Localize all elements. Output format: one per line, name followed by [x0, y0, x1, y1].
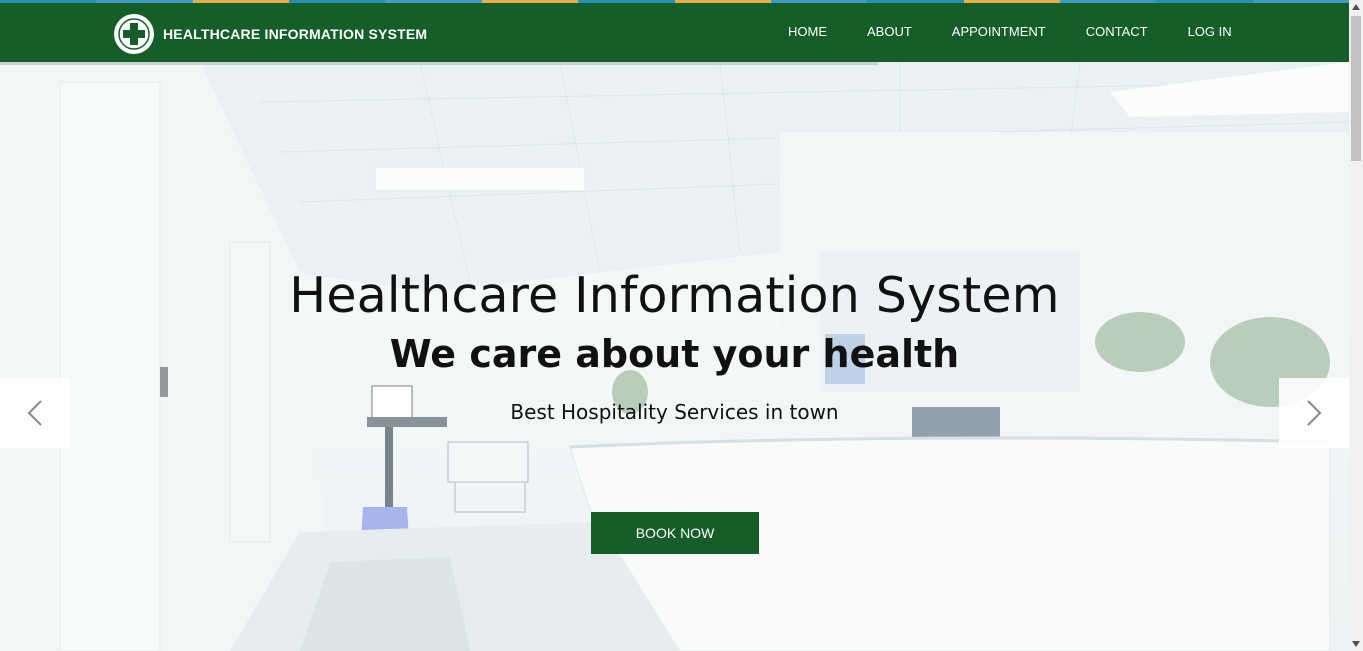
navbar: HEALTHCARE INFORMATION SYSTEM HOME ABOUT…: [0, 3, 1349, 62]
book-now-button[interactable]: BOOK NOW: [591, 512, 759, 554]
chevron-left-icon: [27, 400, 42, 426]
strip-segment: [867, 0, 964, 3]
strip-segment: [0, 0, 97, 3]
carousel-next-button[interactable]: [1279, 378, 1349, 448]
carousel-prev-button[interactable]: [0, 378, 70, 448]
hero-carousel: Healthcare Information System We care ab…: [0, 62, 1349, 651]
strip-segment: [385, 0, 482, 3]
main-nav: HOME ABOUT APPOINTMENT CONTACT LOG IN: [788, 24, 1232, 39]
strip-segment: [289, 0, 386, 3]
strip-segment: [1252, 0, 1350, 3]
strip-segment: [1059, 0, 1157, 3]
hero-subtitle: We care about your health: [389, 332, 960, 376]
nav-contact[interactable]: CONTACT: [1086, 24, 1148, 39]
chevron-right-icon: [1307, 400, 1322, 426]
strip-segment: [1156, 0, 1253, 3]
navbar-underline: [0, 62, 878, 65]
strip-segment: [674, 0, 771, 3]
strip-segment: [481, 0, 579, 3]
medical-cross-icon: [114, 14, 154, 54]
top-color-strip: [0, 0, 1350, 3]
scroll-up-arrow-icon[interactable]: [1349, 0, 1363, 14]
scroll-thumb[interactable]: [1351, 16, 1361, 161]
brand-name: HEALTHCARE INFORMATION SYSTEM: [163, 26, 428, 42]
strip-segment: [192, 0, 290, 3]
strip-segment: [96, 0, 193, 3]
nav-about[interactable]: ABOUT: [867, 24, 912, 39]
strip-segment: [963, 0, 1060, 3]
hero-tagline: Best Hospitality Services in town: [510, 400, 839, 424]
brand[interactable]: HEALTHCARE INFORMATION SYSTEM: [114, 14, 427, 54]
hero-title: Healthcare Information System: [289, 267, 1060, 324]
strip-segment: [770, 0, 868, 3]
nav-appointment[interactable]: APPOINTMENT: [952, 24, 1046, 39]
scroll-down-arrow-icon[interactable]: [1349, 637, 1363, 651]
nav-login[interactable]: LOG IN: [1188, 24, 1232, 39]
page-scrollbar[interactable]: [1349, 0, 1363, 651]
strip-segment: [578, 0, 675, 3]
nav-home[interactable]: HOME: [788, 24, 827, 39]
